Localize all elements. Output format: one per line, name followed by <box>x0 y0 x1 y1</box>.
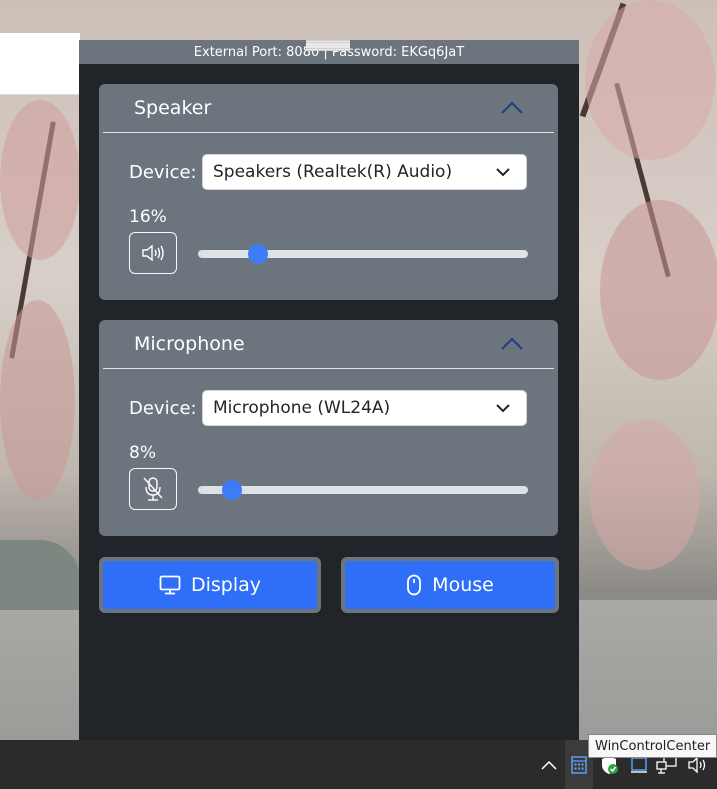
display-button-label: Display <box>190 574 262 596</box>
wincontrolcenter-window: External Port: 8080 | Password: EKGq6JaT… <box>79 40 579 740</box>
microphone-device-value: Microphone (WL24A) <box>213 398 391 418</box>
speaker-volume-percent: 16% <box>129 207 167 227</box>
background-blossom <box>585 0 715 160</box>
background-blossom <box>0 300 75 500</box>
connection-status-bar: External Port: 8080 | Password: EKGq6JaT <box>79 40 579 64</box>
speaker-device-select[interactable]: Speakers (Realtek(R) Audio) <box>202 154 527 190</box>
background-hill <box>0 540 80 610</box>
microphone-device-label: Device: <box>129 398 197 419</box>
mouse-icon <box>407 574 422 596</box>
background-blossom <box>590 420 700 570</box>
chevron-up-icon[interactable] <box>500 96 524 120</box>
microphone-card: Microphone Device: Microphone (WL24A) 8% <box>99 320 558 536</box>
speaker-device-row: Device: <box>129 162 197 183</box>
background-blossom <box>600 200 717 380</box>
display-button[interactable]: Display <box>99 557 321 613</box>
calculator-icon[interactable] <box>568 754 590 776</box>
chevron-up-icon[interactable] <box>538 754 560 776</box>
speaker-volume-slider[interactable] <box>198 244 528 264</box>
microphone-card-header[interactable]: Microphone <box>103 320 554 369</box>
speaker-volume-icon <box>142 244 164 262</box>
microphone-volume-slider-thumb[interactable] <box>222 480 242 500</box>
chevron-up-icon[interactable] <box>500 332 524 356</box>
speaker-volume-slider-thumb[interactable] <box>248 244 268 264</box>
chevron-down-icon <box>496 404 510 413</box>
mouse-button-inner[interactable]: Mouse <box>345 561 555 609</box>
speaker-card-header[interactable]: Speaker <box>103 84 554 133</box>
microphone-device-row: Device: <box>129 398 197 419</box>
microphone-title: Microphone <box>134 333 245 355</box>
tray-tooltip: WinControlCenter <box>588 734 717 758</box>
chevron-down-icon <box>496 168 510 177</box>
monitor-icon <box>159 575 181 595</box>
microphone-mute-button[interactable] <box>129 468 177 510</box>
display-button-inner[interactable]: Display <box>103 561 317 609</box>
speaker-title: Speaker <box>134 97 212 119</box>
drag-handle-icon[interactable] <box>306 40 350 51</box>
speaker-card: Speaker Device: Speakers (Realtek(R) Aud… <box>99 84 558 300</box>
mouse-button-label: Mouse <box>432 574 494 596</box>
speaker-device-label: Device: <box>129 162 197 183</box>
microphone-volume-percent: 8% <box>129 443 156 463</box>
speaker-mute-button[interactable] <box>129 232 177 274</box>
mouse-button[interactable]: Mouse <box>341 557 559 613</box>
background-window-edge <box>0 33 80 95</box>
microphone-volume-slider[interactable] <box>198 480 528 500</box>
background-blossom <box>0 100 80 260</box>
microphone-device-select[interactable]: Microphone (WL24A) <box>202 390 527 426</box>
microphone-muted-icon <box>143 477 163 501</box>
speaker-device-value: Speakers (Realtek(R) Audio) <box>213 162 453 182</box>
